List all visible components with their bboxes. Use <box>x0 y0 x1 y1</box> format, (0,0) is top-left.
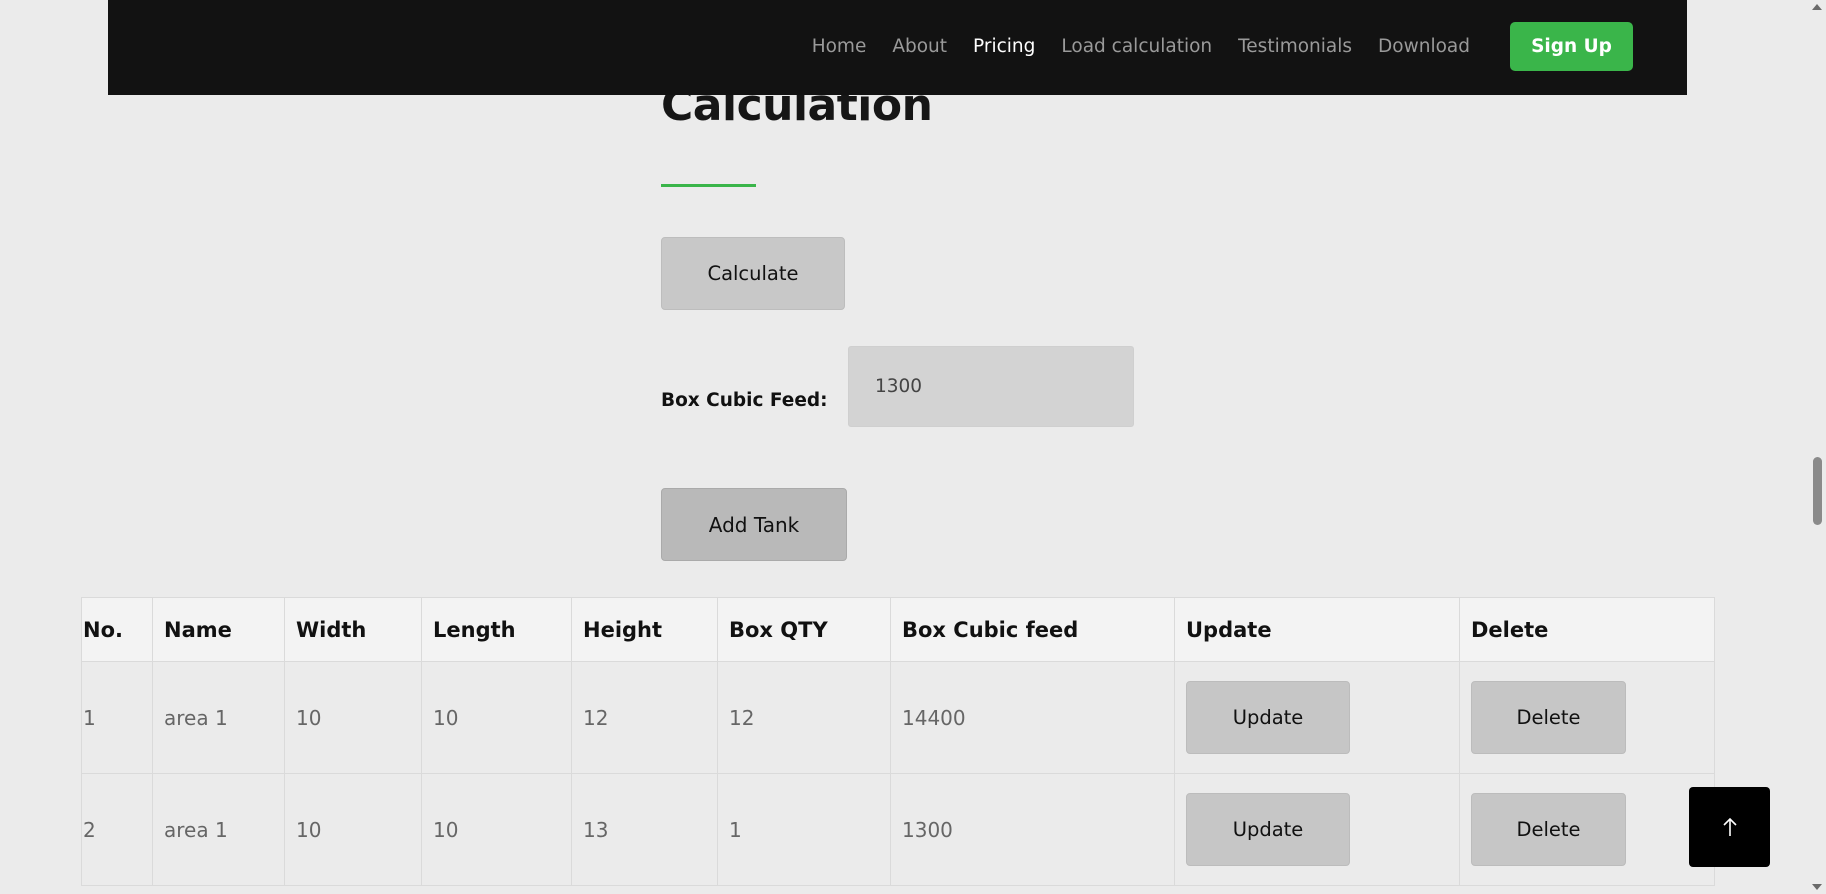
add-tank-button[interactable]: Add Tank <box>661 488 847 561</box>
box-cubic-feed-label: Box Cubic Feed: <box>661 390 828 411</box>
column-header-width: Width <box>284 597 422 662</box>
nav-item-download[interactable]: Download <box>1378 36 1470 57</box>
tank-table: No. Name Width Length Height Box QTY Box… <box>81 597 1715 886</box>
cell-box-cubic-feed: 1300 <box>890 773 1175 886</box>
cell-width: 10 <box>284 773 422 886</box>
nav-links: Home About Pricing Load calculation Test… <box>812 0 1633 93</box>
table-row: 2 area 1 10 10 13 1 1300 Update Delete <box>81 773 1715 886</box>
column-header-box-cubic-feed: Box Cubic feed <box>890 597 1175 662</box>
calculate-button[interactable]: Calculate <box>661 237 845 310</box>
nav-item-testimonials[interactable]: Testimonials <box>1238 36 1352 57</box>
cell-box-qty: 1 <box>717 773 891 886</box>
arrow-up-icon <box>1722 817 1737 836</box>
scroll-to-top-button[interactable] <box>1689 787 1770 867</box>
page: Home About Pricing Load calculation Test… <box>0 0 1826 894</box>
cell-width: 10 <box>284 661 422 774</box>
delete-button[interactable]: Delete <box>1471 793 1626 866</box>
table-row: 1 area 1 10 10 12 12 14400 Update Delete <box>81 661 1715 774</box>
cell-update: Update <box>1174 661 1460 774</box>
column-header-box-qty: Box QTY <box>717 597 891 662</box>
cell-no: 1 <box>81 661 153 774</box>
box-cubic-feed-input[interactable] <box>848 346 1134 427</box>
table-header-row: No. Name Width Length Height Box QTY Box… <box>81 597 1715 662</box>
sign-up-button[interactable]: Sign Up <box>1510 22 1633 71</box>
navbar: Home About Pricing Load calculation Test… <box>108 0 1687 95</box>
nav-item-about[interactable]: About <box>892 36 947 57</box>
cell-height: 12 <box>571 661 718 774</box>
nav-item-pricing[interactable]: Pricing <box>973 36 1035 57</box>
cell-update: Update <box>1174 773 1460 886</box>
cell-name: area 1 <box>152 661 285 774</box>
column-header-length: Length <box>421 597 572 662</box>
column-header-delete: Delete <box>1459 597 1715 662</box>
title-underline <box>661 184 756 187</box>
column-header-name: Name <box>152 597 285 662</box>
cell-box-cubic-feed: 14400 <box>890 661 1175 774</box>
cell-height: 13 <box>571 773 718 886</box>
column-header-update: Update <box>1174 597 1460 662</box>
cell-delete: Delete <box>1459 773 1715 886</box>
update-button[interactable]: Update <box>1186 793 1350 866</box>
scroll-down-arrow-icon[interactable] <box>1812 884 1822 890</box>
nav-item-load-calculation[interactable]: Load calculation <box>1061 36 1212 57</box>
cell-length: 10 <box>421 661 572 774</box>
cell-no: 2 <box>81 773 153 886</box>
page-scrollbar[interactable] <box>1809 0 1826 894</box>
column-header-height: Height <box>571 597 718 662</box>
cell-box-qty: 12 <box>717 661 891 774</box>
cell-name: area 1 <box>152 773 285 886</box>
scroll-up-arrow-icon[interactable] <box>1812 4 1822 10</box>
scrollbar-thumb[interactable] <box>1813 457 1822 525</box>
cell-delete: Delete <box>1459 661 1715 774</box>
update-button[interactable]: Update <box>1186 681 1350 754</box>
column-header-no: No. <box>81 597 153 662</box>
delete-button[interactable]: Delete <box>1471 681 1626 754</box>
cell-length: 10 <box>421 773 572 886</box>
nav-item-home[interactable]: Home <box>812 36 867 57</box>
